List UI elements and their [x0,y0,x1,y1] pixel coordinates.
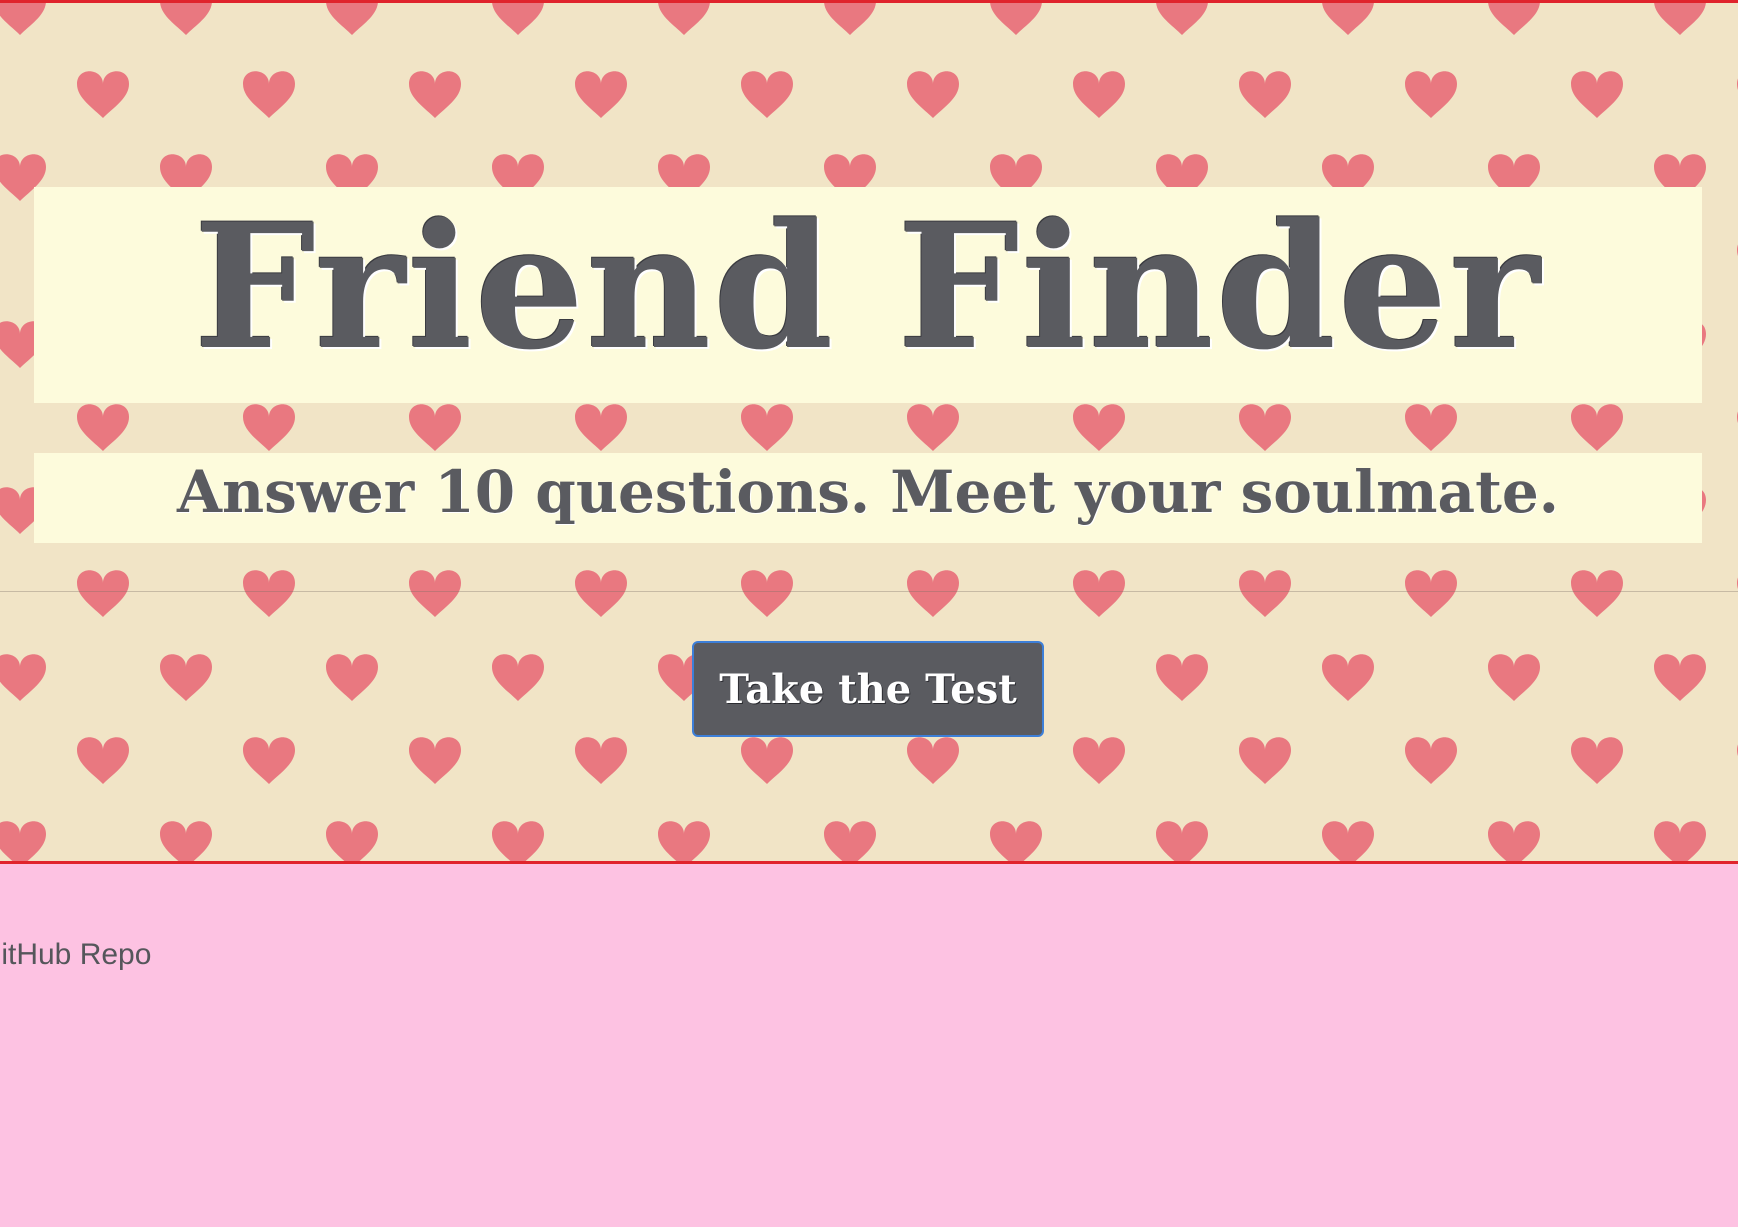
heart-icon [1488,821,1540,861]
take-test-button[interactable]: Take the Test [692,641,1044,737]
heart-icon [658,821,710,861]
heart-icon [492,3,544,35]
subtitle-panel: Answer 10 questions. Meet your soulmate. [34,453,1702,543]
heart-icon [1488,654,1540,701]
heart-icon [326,654,378,701]
heart-icon [1405,570,1457,617]
divider [0,591,1738,592]
heart-icon [0,3,46,35]
heart-icon [1239,570,1291,617]
heart-icon [409,570,461,617]
heart-icon [990,3,1042,35]
heart-icon [160,821,212,861]
heart-icon [1073,71,1125,118]
heart-icon [1073,737,1125,784]
heart-icon [243,570,295,617]
heart-icon [907,71,959,118]
heart-icon [1571,737,1623,784]
heart-icon [990,821,1042,861]
heart-icon [77,570,129,617]
heart-icon [907,570,959,617]
heart-icon [160,654,212,701]
heart-icon [77,737,129,784]
heart-icon [0,654,46,701]
heart-icon [1571,71,1623,118]
heart-icon [1654,821,1706,861]
heart-icon [1322,3,1374,35]
heart-icon [77,404,129,451]
heart-icon [326,3,378,35]
heart-icon [1239,404,1291,451]
heart-icon [658,3,710,35]
heart-icon [575,570,627,617]
page-subtitle: Answer 10 questions. Meet your soulmate. [177,458,1559,526]
heart-icon [824,821,876,861]
heart-icon [1571,404,1623,451]
heart-icon [409,737,461,784]
heart-icon [1405,737,1457,784]
heart-icon [1073,570,1125,617]
github-repo-link[interactable]: GitHub Repo [0,938,151,972]
heart-icon [1405,71,1457,118]
heart-icon [741,570,793,617]
heart-icon [1239,737,1291,784]
heart-icon [575,737,627,784]
heart-icon [575,404,627,451]
heart-icon [1405,404,1457,451]
heart-icon [326,821,378,861]
heart-icon [77,71,129,118]
take-test-button-label: Take the Test [719,665,1017,713]
heart-icon [1322,821,1374,861]
heart-icon [1571,570,1623,617]
heart-icon [492,821,544,861]
heart-icon [0,821,46,861]
heart-icon [1156,821,1208,861]
heart-icon [575,71,627,118]
heart-icon [907,737,959,784]
heart-icon [160,3,212,35]
heart-icon [1654,654,1706,701]
heart-icon [243,71,295,118]
heart-icon [1239,71,1291,118]
heart-icon [1073,404,1125,451]
heart-icon [492,654,544,701]
title-panel: Friend Finder [34,187,1702,403]
heart-icon [1156,654,1208,701]
page-title: Friend Finder [193,185,1543,388]
heart-icon [1322,654,1374,701]
heart-icon [1488,3,1540,35]
heart-icon [824,3,876,35]
heart-icon [409,71,461,118]
heart-icon [409,404,461,451]
heart-icon [741,404,793,451]
heart-icon [741,737,793,784]
hero-section: Friend Finder Answer 10 questions. Meet … [0,0,1738,864]
heart-icon [907,404,959,451]
heart-icon [741,71,793,118]
heart-icon [1654,3,1706,35]
heart-icon [1156,3,1208,35]
heart-icon [243,737,295,784]
heart-icon [243,404,295,451]
